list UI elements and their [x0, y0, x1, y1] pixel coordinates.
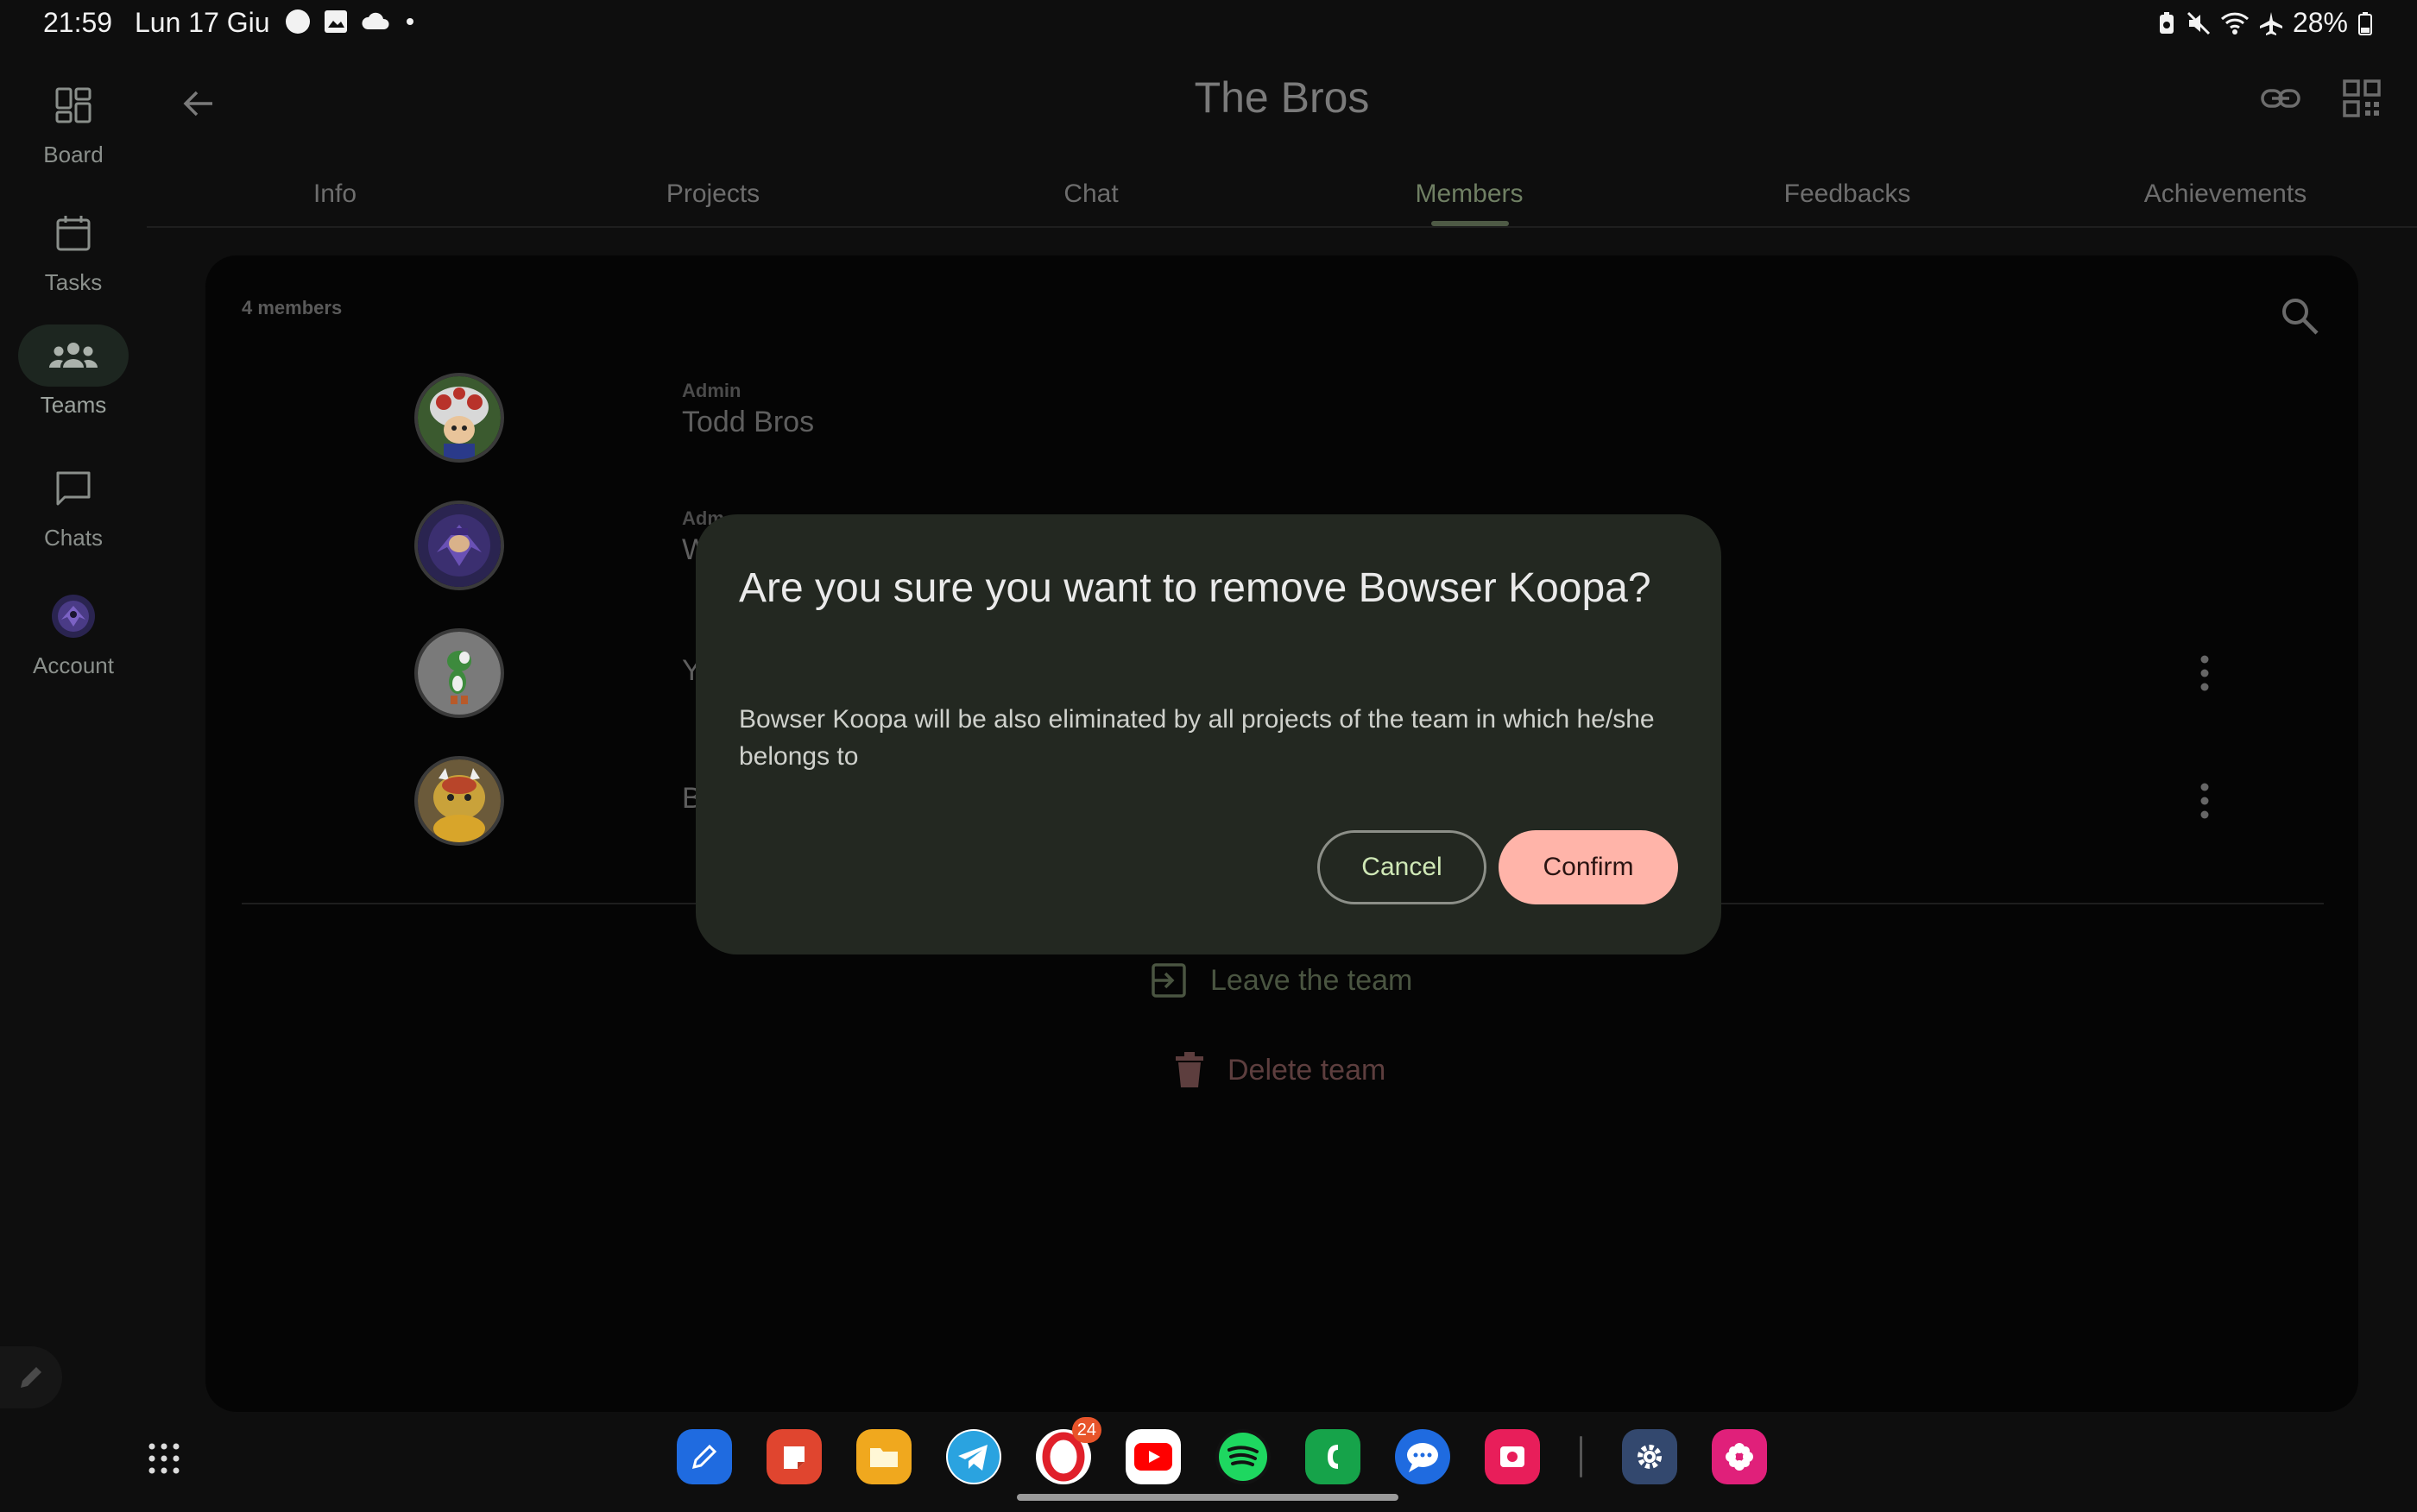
member-role: Admin — [682, 380, 742, 401]
spotify-app-icon[interactable] — [1215, 1429, 1271, 1484]
dock-separator — [1580, 1436, 1582, 1477]
leave-team-label: Leave the team — [1210, 963, 1413, 997]
files-app-icon[interactable] — [856, 1429, 912, 1484]
arrow-back-icon — [181, 86, 216, 121]
tab-info[interactable]: Info — [313, 180, 357, 209]
app-drawer-button[interactable] — [138, 1433, 190, 1484]
opera-app-icon[interactable]: 24 — [1036, 1417, 1101, 1484]
leave-team-button[interactable]: Leave the team — [1150, 961, 1412, 999]
apps-grid-icon — [147, 1441, 181, 1476]
cancel-button[interactable]: Cancel — [1317, 830, 1486, 904]
avatar-yoshi — [414, 628, 504, 718]
tab-projects[interactable]: Projects — [666, 180, 760, 209]
trash-icon — [1174, 1051, 1205, 1089]
qr-code-icon[interactable] — [2341, 78, 2382, 119]
avatar-bowser — [414, 756, 504, 846]
avatar-waluigi — [414, 501, 504, 590]
link-icon[interactable] — [2260, 78, 2301, 119]
telegram-app-icon[interactable] — [946, 1429, 1001, 1484]
dialog-body: Bowser Koopa will be also eliminated by … — [739, 705, 1655, 771]
board-icon — [18, 74, 129, 136]
calendar-icon — [18, 202, 129, 264]
tab-achievements[interactable]: Achievements — [2144, 180, 2307, 209]
account-avatar-icon — [18, 585, 129, 647]
delete-team-label: Delete team — [1227, 1053, 1386, 1087]
member-options-button[interactable] — [2191, 777, 2218, 825]
youtube-app-icon[interactable] — [1126, 1429, 1181, 1484]
rail-item-teams[interactable]: Teams — [0, 324, 147, 437]
phone-app-icon[interactable] — [1305, 1429, 1360, 1484]
messages-app-icon[interactable] — [1395, 1429, 1450, 1484]
settings-app-icon[interactable] — [1622, 1429, 1677, 1484]
member-name: Todd Bros — [682, 406, 815, 438]
rail-label-tasks: Tasks — [44, 269, 103, 295]
tab-chat[interactable]: Chat — [1063, 180, 1118, 209]
delete-team-button[interactable]: Delete team — [1174, 1051, 1385, 1089]
notification-badge: 24 — [1071, 1417, 1101, 1443]
search-icon — [2277, 293, 2322, 338]
members-count: 4 members — [242, 297, 343, 318]
page-title: The Bros — [1194, 73, 1370, 122]
more-vert-icon — [2199, 654, 2210, 692]
notes-red-app-icon[interactable] — [767, 1429, 822, 1484]
flower-app-icon[interactable] — [1712, 1429, 1767, 1484]
member-options-button[interactable] — [2191, 649, 2218, 697]
chat-bubble-icon — [18, 457, 129, 520]
notes-app-icon[interactable] — [677, 1429, 732, 1484]
rail-item-board[interactable]: Board — [0, 74, 147, 186]
tab-indicator — [1431, 221, 1509, 226]
screen-recorder-app-icon[interactable] — [1485, 1429, 1540, 1484]
tab-members[interactable]: Members — [1415, 180, 1523, 209]
top-actions — [2260, 78, 2382, 119]
more-vert-icon — [2199, 782, 2210, 820]
rail-label-account: Account — [33, 652, 114, 678]
edit-fab[interactable] — [0, 1346, 62, 1408]
dialog-title: Are you sure you want to remove Bowser K… — [739, 565, 1651, 611]
tab-bar: Info Projects Chat Members Feedbacks Ach… — [147, 173, 2417, 228]
groups-icon — [18, 324, 129, 387]
home-handle[interactable] — [1017, 1494, 1398, 1501]
tab-feedbacks[interactable]: Feedbacks — [1784, 180, 1911, 209]
back-button[interactable] — [173, 78, 224, 129]
remove-member-dialog: Are you sure you want to remove Bowser K… — [696, 514, 1721, 954]
rail-label-chats: Chats — [44, 525, 103, 551]
rail-label-board: Board — [43, 142, 104, 167]
confirm-button[interactable]: Confirm — [1499, 830, 1678, 904]
rail-item-tasks[interactable]: Tasks — [0, 202, 147, 314]
avatar-toad — [414, 373, 504, 463]
member-row[interactable]: Admin Todd Bros — [205, 354, 2358, 482]
rail-item-account[interactable]: Account — [0, 585, 147, 697]
logout-icon — [1150, 961, 1188, 999]
dock: 24 — [677, 1417, 1767, 1484]
search-button[interactable] — [2277, 293, 2322, 338]
pencil-icon — [14, 1360, 48, 1395]
rail-label-teams: Teams — [40, 392, 107, 418]
rail-item-chats[interactable]: Chats — [0, 457, 147, 570]
